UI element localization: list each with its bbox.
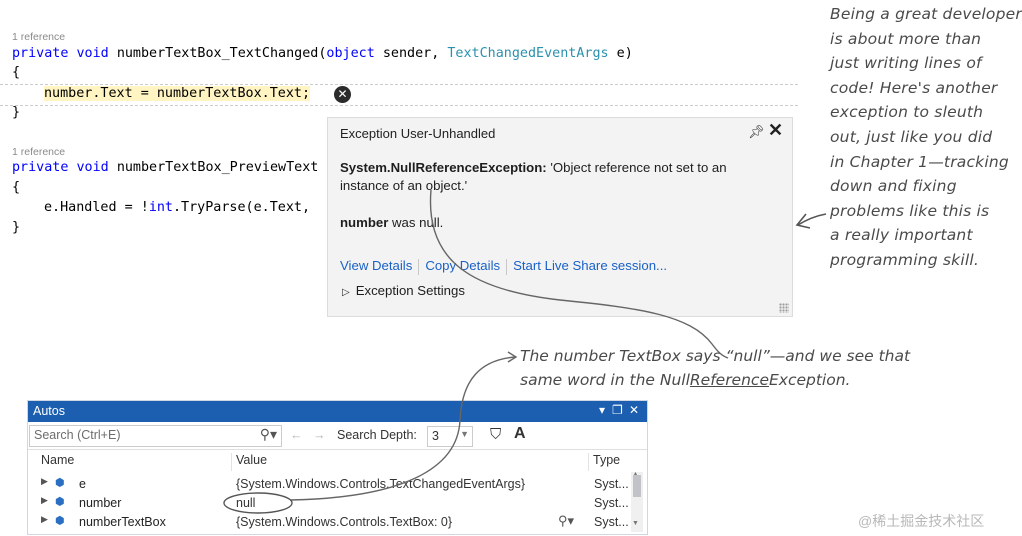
null-circle: [223, 492, 293, 514]
connector-line: [289, 356, 516, 501]
connector-line: [429, 189, 729, 359]
annotation-arrows: [223, 189, 827, 514]
